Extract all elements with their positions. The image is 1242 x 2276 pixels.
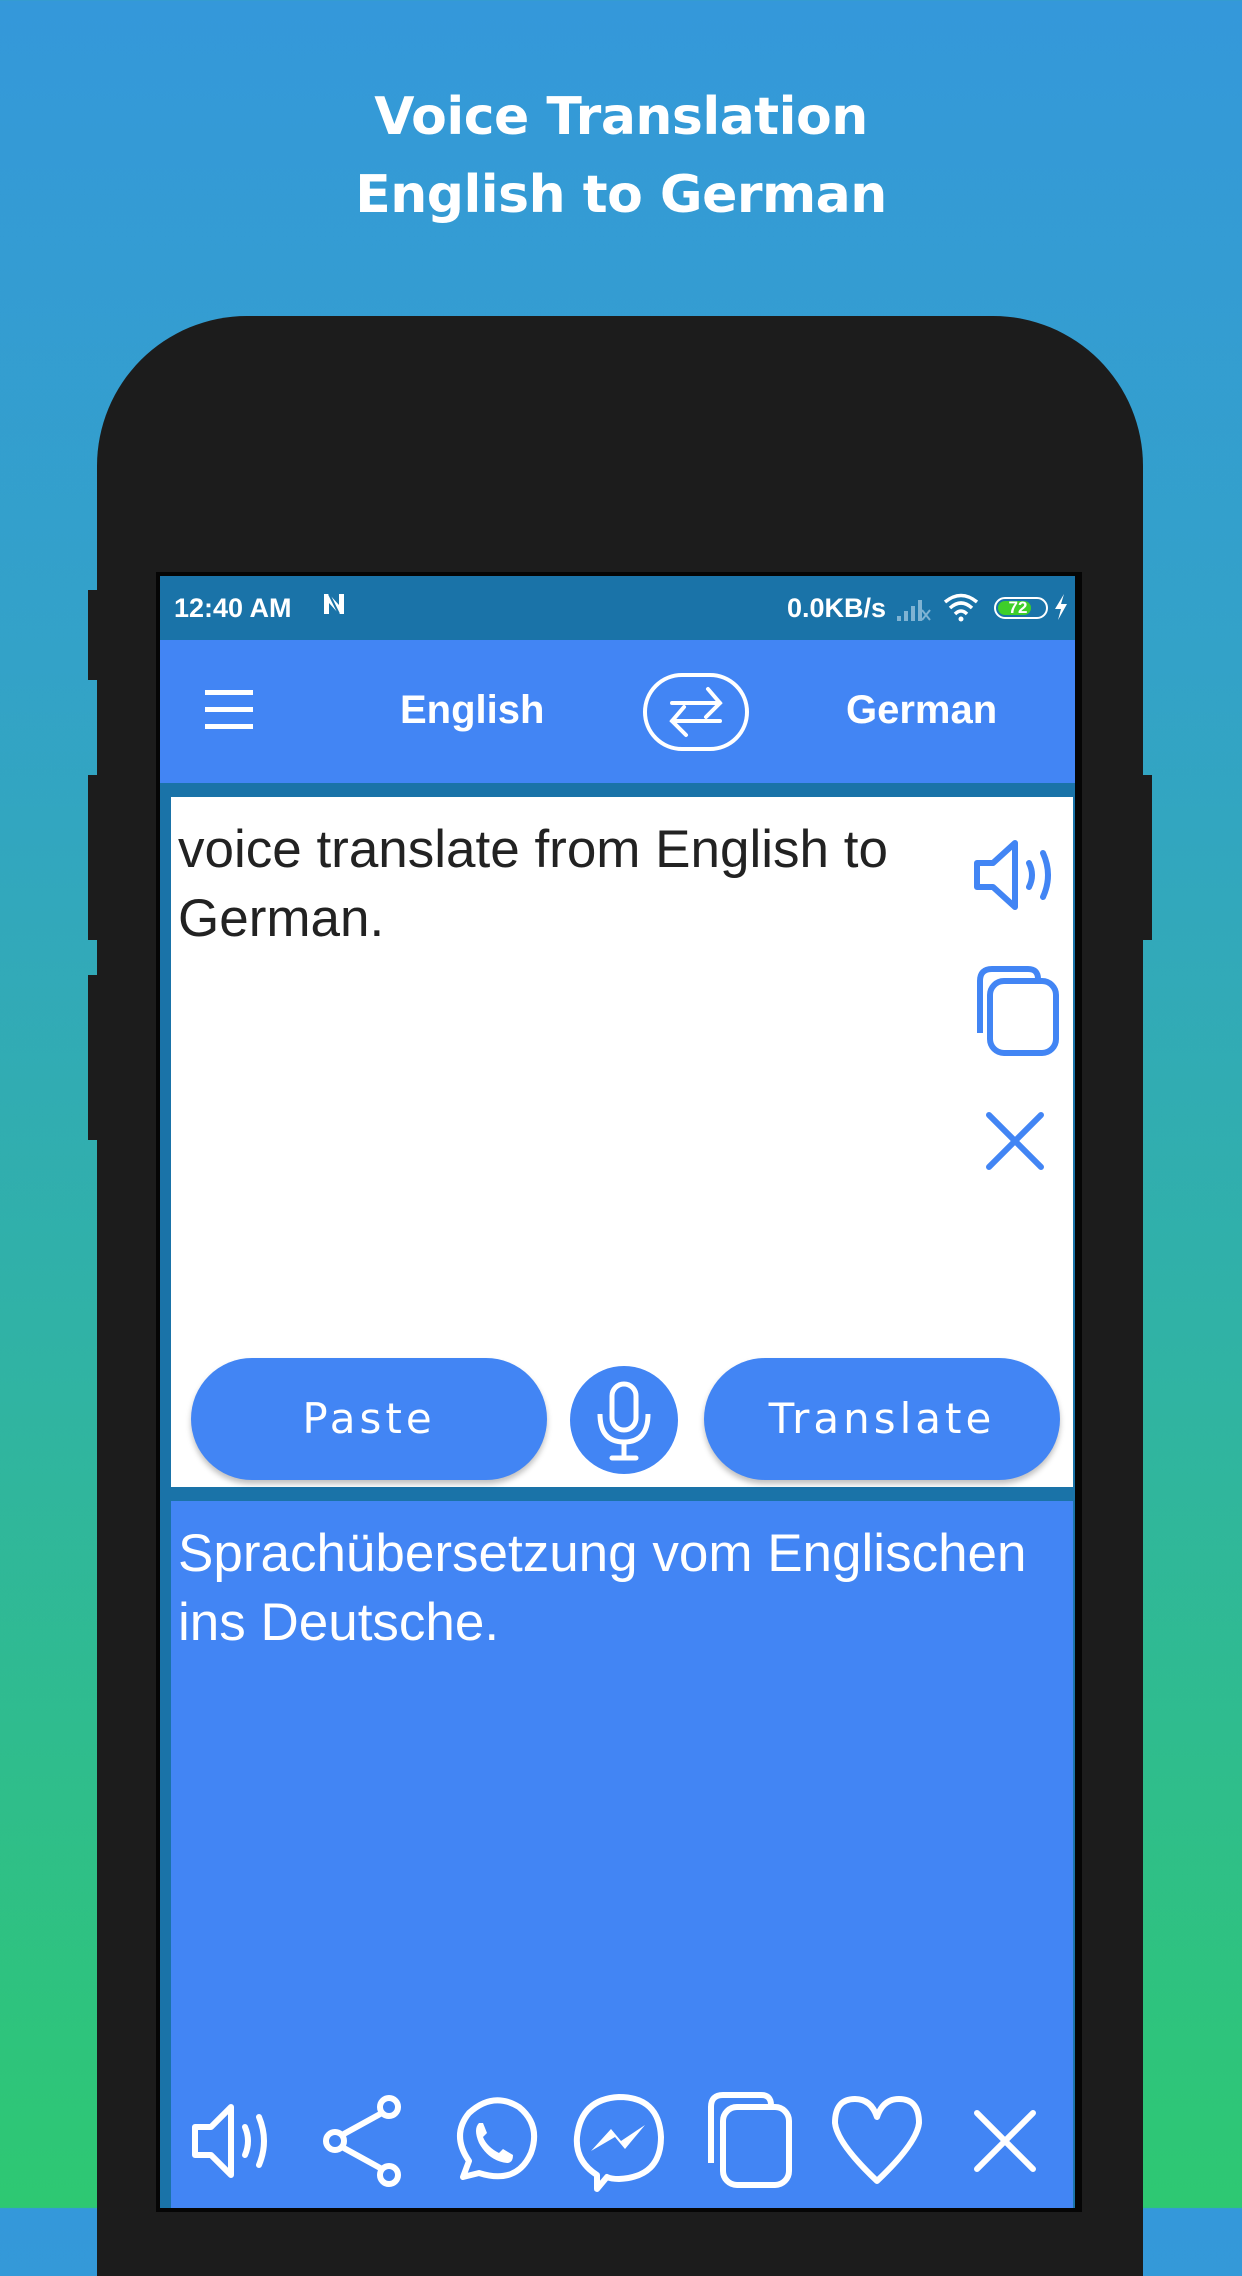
source-text-input[interactable]: voice translate from English to German. xyxy=(178,815,948,953)
hamburger-menu-icon[interactable] xyxy=(205,690,253,730)
swap-languages-button[interactable] xyxy=(642,672,750,752)
copy-icon xyxy=(708,2092,792,2188)
copy-source-button[interactable] xyxy=(966,963,1066,1068)
speak-source-button[interactable] xyxy=(971,837,1061,922)
speaker-icon xyxy=(192,2104,267,2178)
status-time: 12:40 AM xyxy=(174,593,292,623)
translate-button[interactable]: Translate xyxy=(704,1358,1060,1480)
share-button[interactable] xyxy=(317,2091,407,2196)
input-panel: voice translate from English to German. … xyxy=(171,797,1073,1487)
close-icon xyxy=(986,1112,1044,1170)
messenger-share-button[interactable] xyxy=(569,2091,669,2200)
output-panel: Sprachübersetzung vom Englischen ins Deu… xyxy=(171,1501,1073,2208)
wifi-icon xyxy=(942,592,980,629)
swap-arrows-icon xyxy=(643,673,749,751)
promo-title-line1: Voice Translation xyxy=(374,87,868,147)
clear-translation-button[interactable] xyxy=(967,2091,1047,2196)
charging-bolt-icon xyxy=(1052,592,1070,629)
n-icon xyxy=(320,590,348,626)
close-icon xyxy=(974,2110,1036,2172)
network-speed: 0.0KB/s xyxy=(787,593,887,623)
battery-indicator: 72 xyxy=(994,597,1048,619)
target-language-selector[interactable]: German xyxy=(846,688,997,733)
speaker-icon xyxy=(974,840,1051,910)
output-action-bar xyxy=(171,2091,1073,2201)
share-icon xyxy=(323,2095,401,2187)
speak-translation-button[interactable] xyxy=(189,2091,279,2196)
clear-source-button[interactable] xyxy=(981,1107,1051,1182)
copy-translation-button[interactable] xyxy=(699,2091,799,2196)
signal-icon xyxy=(895,596,931,629)
heart-icon xyxy=(832,2096,922,2184)
whatsapp-icon xyxy=(457,2097,537,2180)
copy-icon xyxy=(977,966,1059,1056)
status-bar: 12:40 AM 0.0KB/s 72 xyxy=(160,576,1075,640)
paste-button[interactable]: Paste xyxy=(191,1358,547,1480)
phone-screen: 12:40 AM 0.0KB/s 72 English German voice… xyxy=(160,576,1075,2208)
battery-level: 72 xyxy=(1008,598,1028,617)
translated-text: Sprachübersetzung vom Englischen ins Deu… xyxy=(178,1524,1027,1652)
source-language-selector[interactable]: English xyxy=(400,688,544,733)
messenger-icon xyxy=(573,2094,664,2192)
promo-title: Voice Translation English to German xyxy=(0,78,1242,234)
whatsapp-share-button[interactable] xyxy=(443,2091,543,2196)
microphone-button[interactable] xyxy=(570,1366,678,1474)
promo-title-line2: English to German xyxy=(355,165,887,225)
app-header: English German xyxy=(160,640,1075,783)
microphone-icon xyxy=(597,1381,651,1461)
favorite-button[interactable] xyxy=(827,2091,927,2196)
